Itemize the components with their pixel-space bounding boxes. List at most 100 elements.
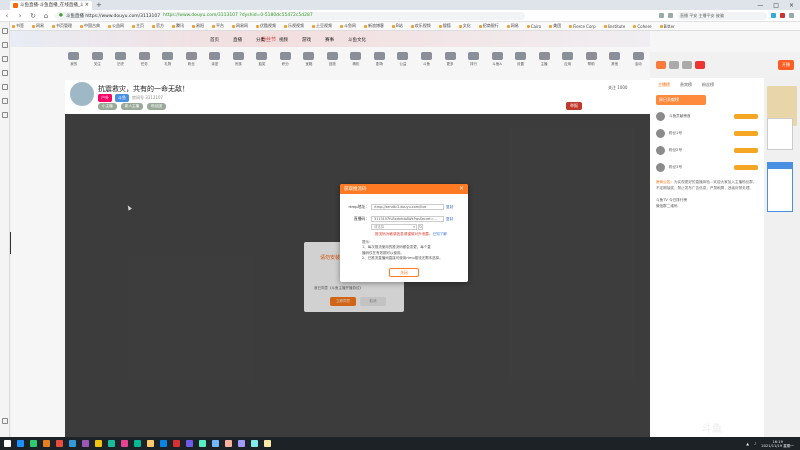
feature-icon-item[interactable]: 宝箱	[299, 52, 319, 78]
feature-icon-item[interactable]: 其他	[605, 52, 625, 78]
nav-item[interactable]: 斗鱼文化	[348, 37, 366, 43]
maximize-icon[interactable]: □	[773, 2, 779, 9]
new-tab-button[interactable]: +	[96, 1, 102, 9]
copy-key-button[interactable]: 复制	[446, 217, 453, 222]
taskbar-app-icon[interactable]	[225, 440, 232, 447]
nav-item[interactable]: 首页	[210, 37, 219, 43]
rank-tab[interactable]: 粉丝榜	[702, 82, 714, 88]
taskbar-app-icon[interactable]	[30, 440, 37, 447]
bookmark-item[interactable]: 美团	[549, 23, 561, 29]
url-input[interactable]: ● 斗鱼直播 https://www.douyu.com/3113107 htt…	[55, 11, 525, 20]
bookmark-item[interactable]: 中国古典	[80, 23, 100, 29]
report-button[interactable]: 举报	[566, 102, 582, 110]
rank-row[interactable]: 粉丝3号	[650, 159, 764, 176]
clock[interactable]: 16:19 2021/11/19 星期一	[761, 440, 794, 448]
search-input[interactable]: 直播 平安 主播平安 被骗	[677, 11, 767, 20]
rtmp-field[interactable]: rtmp://sendtc3.douyu.com/live	[371, 204, 444, 210]
bookmark-item[interactable]: 平台	[212, 23, 224, 29]
feature-icon-item[interactable]: 抽奖	[252, 52, 272, 78]
feature-icon-item[interactable]: 主播	[534, 52, 554, 78]
home-icon[interactable]: ⌂	[42, 12, 50, 20]
sidebar-tool-icon[interactable]	[2, 112, 8, 118]
nav-item[interactable]: 游戏	[302, 37, 311, 43]
user-avatar-icon[interactable]	[695, 61, 705, 69]
network-icon[interactable]: ▲	[746, 442, 749, 446]
taskbar-app-icon[interactable]	[69, 440, 76, 447]
room-tag[interactable]: 新人主播	[120, 103, 144, 110]
bookmark-item[interactable]: 主页	[132, 23, 144, 29]
bookmark-item[interactable]: Fierce Corp	[569, 24, 596, 29]
bookmark-item[interactable]: 腾讯	[172, 23, 184, 29]
bookmark-item[interactable]: 土豆视频	[312, 23, 332, 29]
room-tag[interactable]: 小主播	[98, 103, 117, 110]
bookmark-item[interactable]: 欢乐视频	[411, 23, 431, 29]
avatar[interactable]	[68, 80, 96, 108]
feature-icon-item[interactable]: 礼物	[158, 52, 178, 78]
taskbar-app-icon[interactable]	[238, 440, 245, 447]
taskbar-app-icon[interactable]	[251, 440, 258, 447]
warning-link[interactable]: 已知了解	[433, 232, 447, 236]
right-link[interactable]: 微信群二维码	[656, 203, 758, 209]
sidebar-game-icon[interactable]	[2, 84, 8, 90]
windows-start-icon[interactable]	[4, 440, 11, 447]
feature-icon-item[interactable]: 历史	[111, 52, 131, 78]
taskbar-app-icon[interactable]	[264, 440, 271, 447]
bookmark-item[interactable]: 易阳	[192, 23, 204, 29]
rank-row[interactable]: 粉丝2号	[650, 142, 764, 159]
bookmark-item[interactable]: 书页管理	[52, 23, 72, 29]
category-tag[interactable]: 户外	[98, 94, 112, 102]
taskbar-app-icon[interactable]	[82, 440, 89, 447]
feature-icon-item[interactable]: 斗鱼	[416, 52, 436, 78]
feature-icon-item[interactable]: 回放	[322, 52, 342, 78]
forward-icon[interactable]: ›	[16, 12, 24, 20]
bookmark-item[interactable]: 文化	[459, 23, 471, 29]
taskbar-app-icon[interactable]	[199, 440, 206, 447]
back-icon[interactable]: ‹	[3, 12, 11, 20]
feature-icon-item[interactable]: 斗鱼A	[487, 52, 507, 78]
minimize-icon[interactable]: —	[757, 2, 763, 9]
taskbar-app-icon[interactable]	[17, 440, 24, 447]
bookmark-item[interactable]: 斗鱼网	[340, 23, 356, 29]
bookmark-item[interactable]: 官方	[152, 23, 164, 29]
bookmark-item[interactable]: Cairo	[527, 24, 541, 29]
app-download-panel[interactable]	[767, 162, 793, 212]
sidebar-news-icon[interactable]	[2, 98, 8, 104]
menu-icon[interactable]	[789, 13, 794, 18]
bookmark-item[interactable]: 招商银行	[479, 23, 499, 29]
taskbar-app-icon[interactable]	[147, 440, 154, 447]
dialog-close-icon[interactable]: ×	[459, 186, 464, 192]
feature-icon-item[interactable]: 积分	[275, 52, 295, 78]
feature-icon-item[interactable]: 我的	[64, 52, 84, 78]
extension-icon[interactable]	[780, 13, 785, 18]
orange-icon[interactable]	[656, 61, 666, 69]
feature-icon-item[interactable]: 剧场	[369, 52, 389, 78]
reload-icon[interactable]: ↻	[29, 12, 37, 20]
taskbar-app-icon[interactable]	[173, 440, 180, 447]
rank-row[interactable]: 粉丝1号	[650, 125, 764, 142]
bookmark-item[interactable]: B站	[392, 23, 403, 29]
nav-item[interactable]: 直播	[233, 37, 242, 43]
taskbar-app-icon[interactable]	[95, 440, 102, 447]
sidebar-history-icon[interactable]	[2, 42, 8, 48]
bookmark-item[interactable]: 搜狐	[439, 23, 451, 29]
bookmark-item[interactable]: 优酷视频	[256, 23, 276, 29]
rank-row[interactable]: 斗鱼贡献榜首	[650, 108, 764, 125]
bookmark-item[interactable]: 网易网	[232, 23, 248, 29]
platform-tag[interactable]: 斗鱼	[115, 94, 129, 102]
taskbar-app-icon[interactable]	[108, 440, 115, 447]
dialog-close-button[interactable]: 关闭	[389, 268, 419, 277]
sidebar-weibo-icon[interactable]	[2, 70, 8, 76]
nav-item[interactable]: 视频	[279, 37, 288, 43]
feature-icon-item[interactable]: 活动	[628, 52, 648, 78]
bookmark-item[interactable]: 乐视视频	[284, 23, 304, 29]
bookmark-item[interactable]: 公益网	[108, 23, 124, 29]
taskbar-app-icon[interactable]	[134, 440, 141, 447]
sidebar-star-icon[interactable]	[2, 28, 8, 34]
sidebar-settings-icon[interactable]	[2, 418, 8, 424]
feature-icon-item[interactable]: 更多	[440, 52, 460, 78]
bookmark-item[interactable]: Cohere	[633, 24, 651, 29]
feature-icon-item[interactable]: 帮助	[581, 52, 601, 78]
taskbar-app-icon[interactable]	[43, 440, 50, 447]
tab-close-icon[interactable]: ×	[85, 2, 89, 8]
feature-icon-item[interactable]: 亲密	[205, 52, 225, 78]
